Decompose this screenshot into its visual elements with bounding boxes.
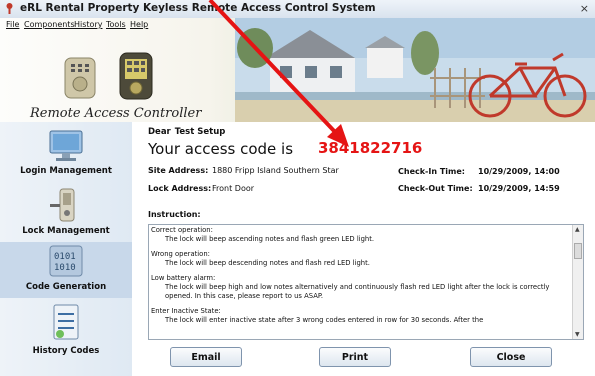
app-icon (6, 3, 13, 14)
brand-text: Remote Access Controller (30, 106, 202, 121)
sidebar-item-label: Code Generation (25, 282, 107, 292)
banner: Remote Access Controller (0, 18, 595, 122)
site-address-label: Site Address: (148, 166, 209, 175)
svg-text:1010: 1010 (54, 263, 76, 273)
instruction-detail: The lock will beep descending notes and … (165, 258, 370, 267)
greeting: Dear Test Setup (148, 127, 225, 137)
svg-text:0101: 0101 (54, 252, 76, 262)
menu-bar: File Components History Tools Help (0, 18, 230, 31)
access-code-value: 3841822716 (318, 139, 423, 157)
checkin-value: 10/29/2009, 14:00 (478, 167, 560, 176)
sidebar-item-label: Lock Management (22, 226, 110, 236)
sidebar-item-label: Login Management (20, 166, 112, 176)
beach-house-illustration (235, 18, 595, 122)
history-icon (53, 304, 79, 340)
instruction-detail: The lock will enter inactive state after… (165, 315, 484, 324)
email-button[interactable]: Email (170, 347, 242, 367)
deadbolt-lock-icon (64, 57, 96, 99)
sidebar-item-label: History Codes (32, 346, 100, 356)
app-window: eRL Rental Property Keyless Remote Acces… (0, 0, 595, 376)
code-generation-panel: Dear Test Setup Your access code is 38418… (132, 122, 595, 376)
lock-address-label: Lock Address: (148, 184, 212, 193)
instruction-title: Correct operation: (151, 226, 213, 234)
close-button[interactable]: Close (470, 347, 552, 367)
code-icon: 0101 1010 (49, 245, 83, 277)
sidebar-item-history-codes[interactable]: History Codes (0, 302, 132, 362)
window-close-button[interactable]: × (580, 2, 589, 15)
instruction-textbox[interactable]: Correct operation: The lock will beep as… (148, 224, 584, 340)
menu-help[interactable]: Help (130, 20, 148, 29)
instruction-detail: The lock will beep ascending notes and f… (165, 234, 375, 243)
sidebar: Login Management Lock Management 0101 10… (0, 122, 132, 376)
keypad-lock-icon (119, 52, 153, 100)
menu-file[interactable]: File (6, 20, 19, 29)
menu-components[interactable]: Components (24, 20, 75, 29)
checkin-label: Check-In Time: (398, 167, 465, 176)
menu-history[interactable]: History (74, 20, 102, 29)
scroll-up-arrow-icon[interactable]: ▲ (575, 226, 580, 233)
window-title: eRL Rental Property Keyless Remote Acces… (20, 2, 376, 14)
monitor-icon (49, 130, 83, 161)
checkout-value: 10/29/2009, 14:59 (478, 184, 560, 193)
instruction-title: Wrong operation: (151, 250, 210, 259)
lock-icon (50, 188, 75, 222)
access-code-label: Your access code is (148, 140, 294, 158)
instruction-title: Low battery alarm: (151, 274, 216, 283)
instruction-heading: Instruction: (148, 210, 201, 219)
print-button[interactable]: Print (319, 347, 391, 367)
instruction-title: Enter Inactive State: (151, 307, 221, 316)
lock-address-value: Front Door (212, 184, 255, 193)
user-name: Test Setup (174, 127, 226, 137)
checkout-label: Check-Out Time: (398, 184, 473, 193)
sidebar-item-code-generation[interactable]: 0101 1010 Code Generation (0, 242, 132, 298)
title-bar: eRL Rental Property Keyless Remote Acces… (0, 0, 595, 18)
scroll-thumb[interactable] (574, 243, 582, 259)
instruction-detail: The lock will beep high and low notes al… (165, 282, 550, 300)
instruction-text: Correct operation: The lock will beep as… (151, 226, 569, 324)
instruction-scrollbar[interactable]: ▲ ▼ (572, 225, 583, 339)
site-address-value: 1880 Fripp Island Southern Star (212, 166, 339, 175)
sidebar-item-lock-management[interactable]: Lock Management (0, 186, 132, 240)
sidebar-item-login-management[interactable]: Login Management (0, 128, 132, 182)
menu-tools[interactable]: Tools (106, 20, 126, 29)
greeting-word: Dear (148, 127, 171, 137)
scroll-down-arrow-icon[interactable]: ▼ (575, 331, 580, 338)
